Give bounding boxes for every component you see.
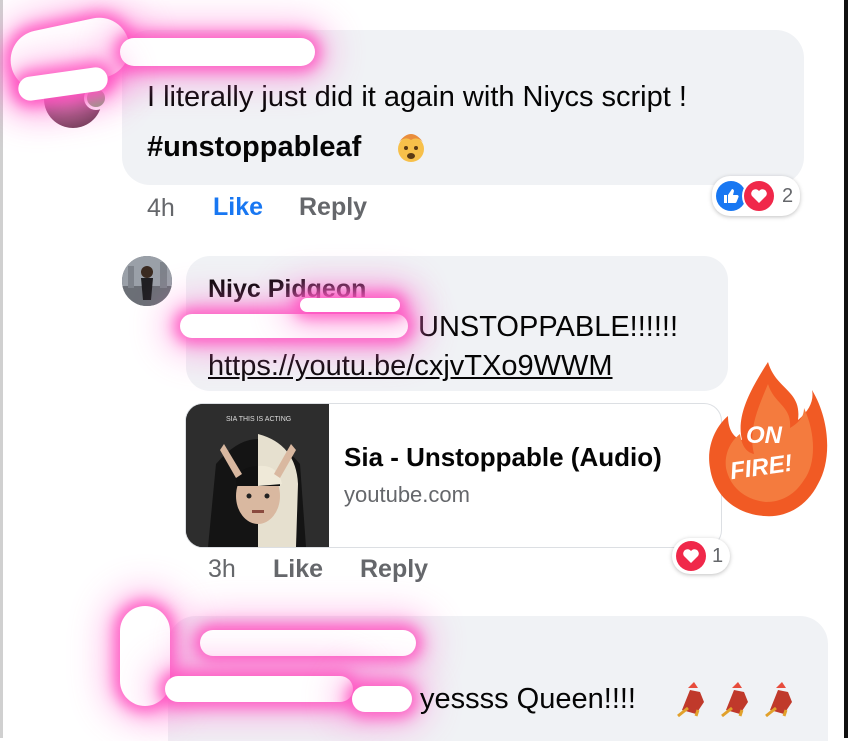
on-fire-sticker: ON FIRE! <box>706 360 830 520</box>
exploding-head-emoji <box>393 128 429 164</box>
comment-timestamp: 4h <box>147 194 175 222</box>
reply-timestamp: 3h <box>208 555 236 583</box>
avatar[interactable] <box>122 256 172 306</box>
link-domain: youtube.com <box>344 482 470 507</box>
reaction-summary[interactable]: 2 <box>712 176 801 216</box>
heart-icon <box>742 179 776 213</box>
sticker-text-line1: ON <box>746 422 782 449</box>
reaction-count: 1 <box>712 544 724 567</box>
like-button[interactable]: Like <box>273 555 323 584</box>
redacted-text <box>180 314 408 338</box>
heart-icon <box>676 541 706 571</box>
reaction-count: 2 <box>782 184 794 207</box>
video-thumbnail: SIA THIS IS ACTING <box>186 404 329 547</box>
redacted-name <box>200 630 416 656</box>
redacted-text <box>300 298 400 312</box>
redacted-text <box>352 686 412 712</box>
redacted-name <box>120 38 315 66</box>
redacted-avatar <box>120 606 170 706</box>
link-title[interactable]: Sia - Unstoppable (Audio) <box>344 442 662 473</box>
comment-text: I literally just did it again with Niycs… <box>147 81 687 113</box>
reply-text: UNSTOPPABLE!!!!!! <box>418 311 679 343</box>
right-edge <box>844 0 848 738</box>
reply-button[interactable]: Reply <box>360 555 428 584</box>
hashtag[interactable]: #unstoppableaf <box>147 130 361 164</box>
comment-text: yessss Queen!!!! <box>420 683 636 715</box>
youtube-link[interactable]: https://youtu.be/cxjvTXo9WWM <box>208 349 613 383</box>
reaction-summary[interactable]: 1 <box>672 538 731 574</box>
like-button[interactable]: Like <box>213 193 263 222</box>
dancing-chicken-emoji <box>674 680 800 720</box>
left-edge <box>0 0 3 738</box>
link-preview-card[interactable]: SIA THIS IS ACTING Sia - Unstoppable (Au… <box>185 403 722 548</box>
reply-button[interactable]: Reply <box>299 193 367 222</box>
thumbnail-caption: SIA THIS IS ACTING <box>226 416 292 423</box>
redacted-text <box>165 676 353 702</box>
